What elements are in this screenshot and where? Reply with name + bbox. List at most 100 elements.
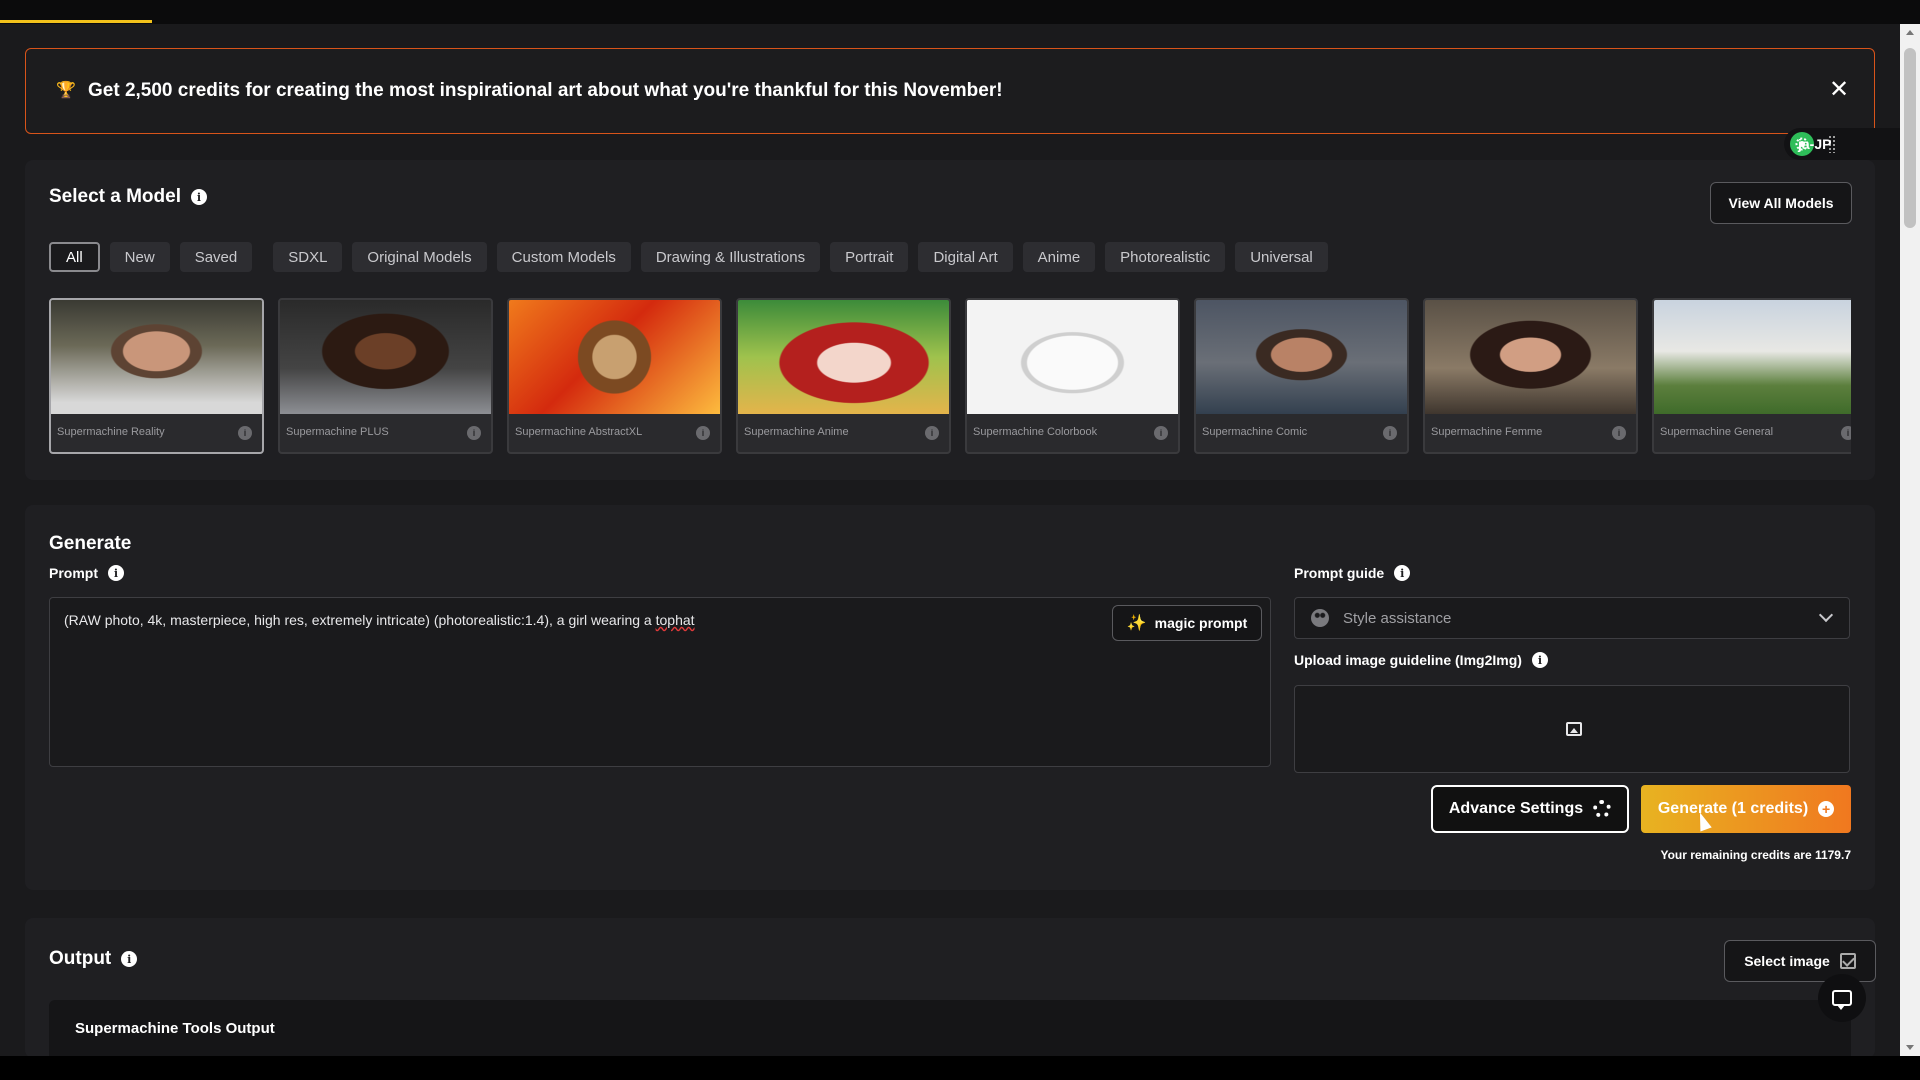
info-icon[interactable]: i — [1531, 652, 1548, 668]
prompt-guide-label-row: Prompt guide i — [1294, 565, 1411, 581]
page-scrollbar[interactable] — [1900, 24, 1920, 1056]
model-card[interactable]: Supermachine General i — [1652, 298, 1851, 454]
chip-universal[interactable]: Universal — [1235, 242, 1328, 272]
select-model-heading: Select a Model — [49, 186, 181, 207]
model-name: Supermachine AbstractXL — [515, 426, 643, 438]
scroll-down-icon[interactable] — [1906, 1045, 1914, 1050]
remaining-credits-text: Your remaining credits are 1179.7 — [1660, 848, 1851, 862]
generate-heading: Generate — [49, 533, 132, 554]
page-viewport: 🏆 Get 2,500 credits for creating the mos… — [0, 24, 1900, 1056]
prompt-text-main: (RAW photo, 4k, masterpiece, high res, e… — [64, 612, 656, 628]
model-selection-panel: Select a Model i View All Models All New… — [25, 160, 1875, 480]
model-thumbnail — [1196, 300, 1407, 414]
info-icon[interactable]: i — [238, 426, 252, 440]
info-icon[interactable]: i — [1841, 426, 1851, 440]
model-name: Supermachine PLUS — [286, 426, 389, 438]
style-assistance-select[interactable]: Style assistance — [1294, 597, 1850, 639]
generate-button[interactable]: Generate (1 credits) + — [1641, 785, 1851, 833]
info-icon[interactable]: i — [696, 426, 710, 440]
select-image-button[interactable]: Select image — [1724, 940, 1876, 982]
page-load-progress — [0, 20, 152, 23]
scroll-up-icon[interactable] — [1906, 30, 1914, 35]
prompt-textarea[interactable]: (RAW photo, 4k, masterpiece, high res, e… — [49, 597, 1271, 767]
chip-portrait[interactable]: Portrait — [830, 242, 909, 272]
info-icon[interactable]: i — [1394, 565, 1411, 581]
info-icon[interactable]: i — [925, 426, 939, 440]
select-image-label: Select image — [1744, 953, 1830, 969]
generate-title: Generate — [49, 533, 131, 555]
model-name: Supermachine Reality — [57, 426, 165, 438]
tools-output-title: Supermachine Tools Output — [75, 1020, 275, 1037]
info-icon[interactable]: i — [467, 426, 481, 440]
chip-all[interactable]: All — [49, 242, 100, 272]
model-card[interactable]: Supermachine Colorbook i — [965, 298, 1180, 454]
model-card[interactable]: Supermachine Femme i — [1423, 298, 1638, 454]
advance-settings-label: Advance Settings — [1448, 800, 1584, 817]
banner-text: Get 2,500 credits for creating the most … — [88, 80, 1003, 101]
chip-new[interactable]: New — [109, 242, 170, 272]
model-filter-chips: All New Saved SDXL Original Models Custo… — [49, 242, 1328, 272]
model-thumbnail — [738, 300, 949, 414]
info-icon[interactable]: i — [1612, 426, 1626, 440]
model-card[interactable]: Supermachine AbstractXL i — [507, 298, 722, 454]
magic-prompt-button[interactable]: ✨ magic prompt — [1112, 605, 1262, 641]
model-card[interactable]: Supermachine PLUS i — [278, 298, 493, 454]
model-thumbnail — [51, 300, 262, 414]
view-all-models-button[interactable]: View All Models — [1710, 182, 1852, 224]
checkbox-icon — [1839, 953, 1856, 969]
output-heading: Output — [49, 948, 112, 969]
info-icon[interactable]: i — [121, 951, 138, 967]
advance-settings-button[interactable]: Advance Settings — [1431, 785, 1629, 833]
model-thumbnail — [1425, 300, 1636, 414]
chip-custom-models[interactable]: Custom Models — [496, 242, 631, 272]
output-panel: Output i Select image Supermachine Tools… — [25, 918, 1876, 1056]
prompt-text-last-word: tophat — [655, 612, 695, 628]
image-icon — [1566, 722, 1582, 736]
style-assistance-placeholder: Style assistance — [1343, 609, 1452, 627]
close-icon[interactable]: ✕ — [1828, 78, 1850, 102]
language-label: ja-JP — [1798, 136, 1832, 152]
chip-photorealistic[interactable]: Photorealistic — [1105, 242, 1226, 272]
promo-banner: 🏆 Get 2,500 credits for creating the mos… — [25, 48, 1875, 134]
model-thumbnail — [967, 300, 1178, 414]
browser-top-bar — [0, 0, 1920, 24]
model-thumbnail — [509, 300, 720, 414]
generate-button-label: Generate (1 credits) — [1657, 800, 1809, 817]
chat-button[interactable] — [1818, 974, 1866, 1022]
model-card-list: Supermachine Reality i Supermachine PLUS… — [49, 298, 1851, 456]
trophy-icon: 🏆 — [56, 82, 76, 99]
model-thumbnail — [1654, 300, 1851, 414]
prompt-label: Prompt — [49, 565, 98, 581]
model-name: Supermachine Anime — [744, 426, 849, 438]
chevron-down-icon — [1818, 607, 1834, 623]
image-upload-dropzone[interactable] — [1294, 685, 1850, 773]
prompt-text: (RAW photo, 4k, masterpiece, high res, e… — [64, 612, 695, 628]
chip-saved[interactable]: Saved — [179, 242, 253, 272]
chip-sdxl[interactable]: SDXL — [273, 242, 343, 272]
model-thumbnail — [280, 300, 491, 414]
chip-anime[interactable]: Anime — [1022, 242, 1096, 272]
plus-icon: + — [1818, 801, 1835, 817]
info-icon[interactable]: i — [1154, 426, 1168, 440]
info-icon[interactable]: i — [108, 565, 124, 581]
model-name: Supermachine General — [1660, 426, 1774, 438]
chip-original-models[interactable]: Original Models — [352, 242, 487, 272]
model-card[interactable]: Supermachine Comic i — [1194, 298, 1409, 454]
scroll-thumb[interactable] — [1904, 48, 1916, 228]
chip-drawing-illustrations[interactable]: Drawing & Illustrations — [640, 242, 821, 272]
upload-label-row: Upload image guideline (Img2Img) i — [1294, 652, 1548, 668]
chip-digital-art[interactable]: Digital Art — [918, 242, 1013, 272]
model-card[interactable]: Supermachine Reality i — [49, 298, 264, 454]
prompt-label-row: Prompt i — [49, 565, 124, 581]
model-name: Supermachine Comic — [1202, 426, 1308, 438]
model-name: Supermachine Femme — [1431, 426, 1543, 438]
info-icon[interactable]: i — [191, 189, 207, 205]
output-title: Output i — [49, 948, 138, 970]
model-card[interactable]: Supermachine Anime i — [736, 298, 951, 454]
sparkle-icon: ✨ — [1126, 615, 1147, 632]
magic-prompt-label: magic prompt — [1154, 615, 1248, 631]
chat-icon — [1832, 990, 1852, 1010]
language-widget[interactable]: ja-JP — [1784, 128, 1900, 160]
info-icon[interactable]: i — [1383, 426, 1397, 440]
tools-output-card: Supermachine Tools Output — [49, 1000, 1851, 1056]
